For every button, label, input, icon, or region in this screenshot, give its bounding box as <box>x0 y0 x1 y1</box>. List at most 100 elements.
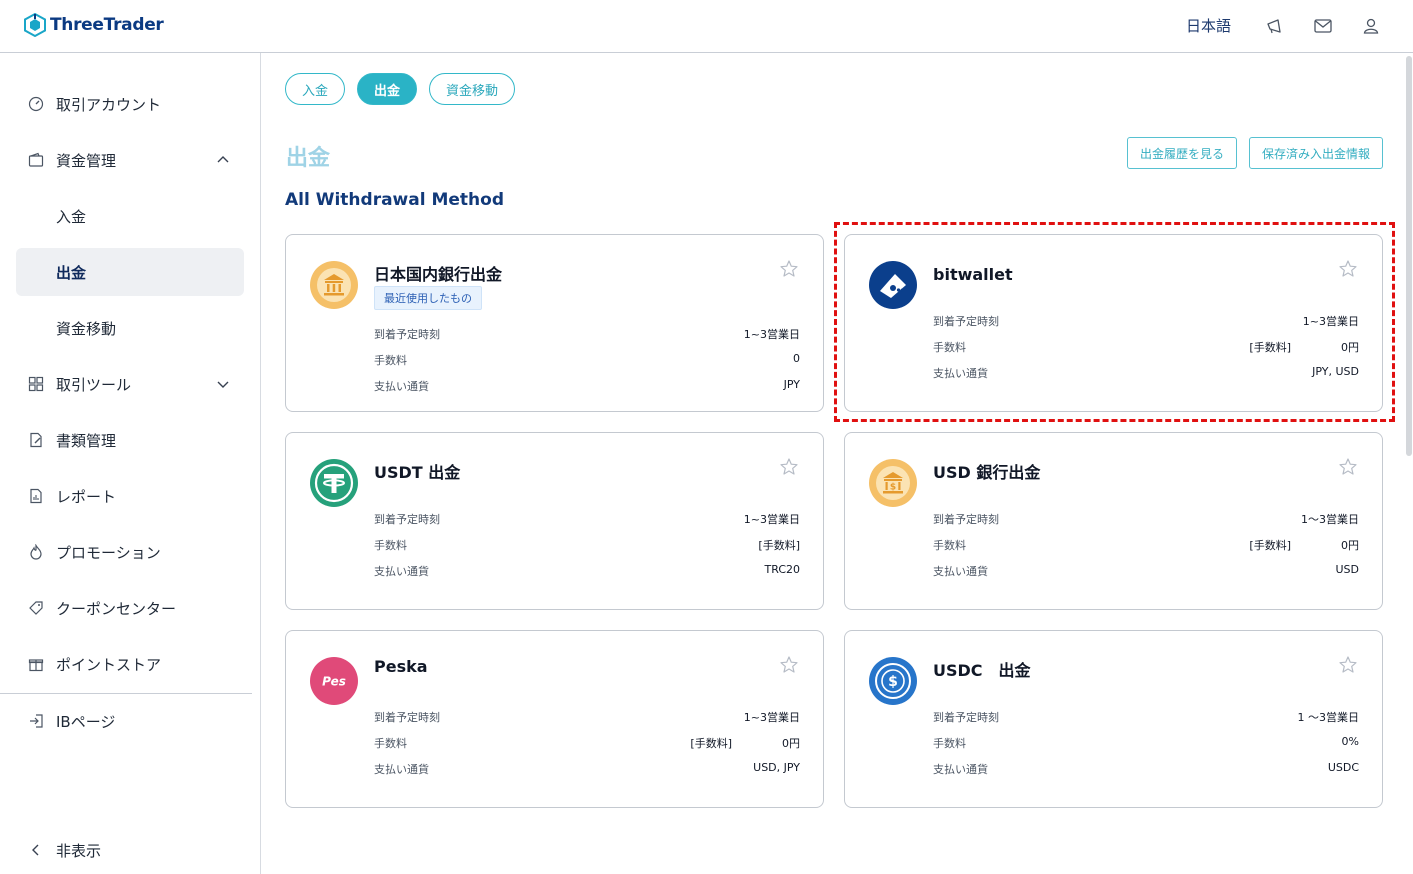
method-card-bitwallet[interactable]: bitwallet 到着予定時刻 1~3営業日 手数料 [手数料] 0円 支払い… <box>844 234 1383 412</box>
document-edit-icon <box>30 432 42 448</box>
bitwallet-icon <box>869 261 917 309</box>
fee-label: 手数料 <box>933 341 966 354</box>
sidebar-item-label: ポイントストア <box>56 655 162 674</box>
currency-row: 支払い通貨 USD, JPY <box>374 761 800 779</box>
method-title: USDT 出金 <box>374 463 461 482</box>
sidebar-item-trading-tools[interactable]: 取引ツール <box>16 360 244 408</box>
withdrawal-history-button[interactable]: 出金履歴を見る <box>1127 137 1237 169</box>
arrival-value: 1~3営業日 <box>1302 315 1359 328</box>
currency-value: USD, JPY <box>753 761 800 774</box>
arrival-row: 到着予定時刻 1~3営業日 <box>933 313 1359 331</box>
speedometer-icon <box>28 96 44 112</box>
currency-value: TRC20 <box>764 563 801 576</box>
arrival-label: 到着予定時刻 <box>933 315 999 328</box>
page-scrollbar[interactable] <box>1406 56 1412 456</box>
sidebar-hide-label: 非表示 <box>56 841 102 860</box>
arrival-label: 到着予定時刻 <box>933 711 999 724</box>
fee-value: 0円 <box>1341 341 1359 354</box>
method-card-usdc[interactable]: $ USDC 出金 到着予定時刻 1 〜3営業日 手数料 0% 支払い通貨 US… <box>844 630 1383 808</box>
fee-row: 手数料 [手数料] 0円 <box>374 735 800 753</box>
fee-row: 手数料 0% <box>933 735 1359 753</box>
page-title: 出金 <box>286 146 331 171</box>
tab-fund-transfer[interactable]: 資金移動 <box>429 73 516 105</box>
sidebar-item-deposit[interactable]: 入金 <box>16 192 244 240</box>
sidebar-item-promotion[interactable]: プロモーション <box>16 528 244 576</box>
method-title: USD 銀行出金 <box>933 463 1041 482</box>
arrival-row: 到着予定時刻 1~3営業日 <box>374 326 800 344</box>
tether-icon <box>310 459 358 507</box>
sidebar-item-label: プロモーション <box>56 543 161 562</box>
fee-row: 手数料 [手数料] <box>374 537 800 555</box>
sidebar-hide-toggle[interactable]: 非表示 <box>16 826 244 874</box>
currency-value: JPY <box>783 378 800 391</box>
method-title: USDC 出金 <box>933 661 1031 680</box>
star-icon[interactable] <box>1338 655 1358 675</box>
ticket-icon <box>29 601 43 615</box>
sidebar-item-label: 入金 <box>56 207 87 226</box>
sidebar-item-ib-page[interactable]: IBページ <box>16 697 244 745</box>
saved-payment-info-button[interactable]: 保存済み入出金情報 <box>1249 137 1383 169</box>
peska-icon: Pes <box>310 657 358 705</box>
arrival-label: 到着予定時刻 <box>933 513 999 526</box>
wallet-icon <box>28 152 44 167</box>
method-card-usd-bank[interactable]: $ USD 銀行出金 到着予定時刻 1〜3営業日 手数料 [手数料] 0円 支払… <box>844 432 1383 610</box>
section-title: All Withdrawal Method <box>285 190 505 210</box>
arrival-value: 1~3営業日 <box>743 711 800 724</box>
gift-icon <box>28 659 44 672</box>
sidebar-item-report[interactable]: レポート <box>16 472 244 520</box>
report-icon <box>30 488 42 504</box>
currency-label: 支払い通貨 <box>933 565 988 578</box>
sidebar-item-label: 取引アカウント <box>56 95 162 114</box>
tab-withdrawal[interactable]: 出金 <box>357 73 418 105</box>
fire-icon <box>30 544 42 560</box>
top-header: ThreeTrader 日本語 <box>0 0 1413 53</box>
chevron-left-icon <box>32 844 39 856</box>
currency-value: USD <box>1335 563 1359 576</box>
sidebar-item-label: 書類管理 <box>56 431 117 450</box>
method-title: Peska <box>374 657 428 676</box>
sidebar-divider <box>0 693 252 694</box>
sidebar-item-funds[interactable]: 資金管理 <box>16 136 244 184</box>
currency-value: JPY, USD <box>1312 365 1359 378</box>
currency-value: USDC <box>1327 761 1359 774</box>
tab-deposit[interactable]: 入金 <box>285 73 346 105</box>
language-selector[interactable]: 日本語 <box>1186 15 1231 36</box>
star-icon[interactable] <box>779 457 799 477</box>
sidebar-item-trading-accounts[interactable]: 取引アカウント <box>16 80 244 128</box>
sidebar-item-withdrawal[interactable]: 出金 <box>16 248 244 296</box>
fee-label: 手数料 <box>374 354 407 367</box>
arrival-label: 到着予定時刻 <box>374 513 440 526</box>
star-icon[interactable] <box>779 259 799 279</box>
fee-label: 手数料 <box>933 737 966 750</box>
brand-logo[interactable]: ThreeTrader <box>24 13 164 37</box>
fee-tag: [手数料] <box>1249 539 1291 552</box>
currency-label: 支払い通貨 <box>374 380 429 393</box>
currency-row: 支払い通貨 USDC <box>933 761 1359 779</box>
method-card-jp-bank[interactable]: 日本国内銀行出金 最近使用したもの 到着予定時刻 1~3営業日 手数料 0 支払… <box>285 234 824 412</box>
arrival-value: 1~3営業日 <box>743 513 800 526</box>
login-icon <box>30 714 43 728</box>
method-card-peska[interactable]: Pes Peska 到着予定時刻 1~3営業日 手数料 [手数料] 0円 支払い… <box>285 630 824 808</box>
fee-value: 0 <box>793 352 800 365</box>
star-icon[interactable] <box>779 655 799 675</box>
brand-name: ThreeTrader <box>50 15 164 35</box>
sidebar-item-point-store[interactable]: ポイントストア <box>16 640 244 688</box>
fee-value: 0円 <box>782 737 800 750</box>
sidebar-item-label: 資金管理 <box>56 151 117 170</box>
mail-icon[interactable] <box>1313 16 1333 36</box>
sidebar-item-coupon-center[interactable]: クーポンセンター <box>16 584 244 632</box>
currency-row: 支払い通貨 USD <box>933 563 1359 581</box>
sidebar-item-fund-transfer[interactable]: 資金移動 <box>16 304 244 352</box>
sidebar-item-documents[interactable]: 書類管理 <box>16 416 244 464</box>
fee-label: 手数料 <box>374 539 407 552</box>
arrival-row: 到着予定時刻 1〜3営業日 <box>933 511 1359 529</box>
star-icon[interactable] <box>1338 457 1358 477</box>
threetrader-logo-icon <box>24 13 46 37</box>
fee-row: 手数料 [手数料] 0円 <box>933 339 1359 357</box>
fee-tag: [手数料] <box>690 737 732 750</box>
user-icon[interactable] <box>1361 16 1381 36</box>
method-card-usdt[interactable]: USDT 出金 到着予定時刻 1~3営業日 手数料 [手数料] 支払い通貨 TR… <box>285 432 824 610</box>
megaphone-icon[interactable] <box>1265 16 1285 36</box>
arrival-value: 1 〜3営業日 <box>1297 711 1360 724</box>
star-icon[interactable] <box>1338 259 1358 279</box>
